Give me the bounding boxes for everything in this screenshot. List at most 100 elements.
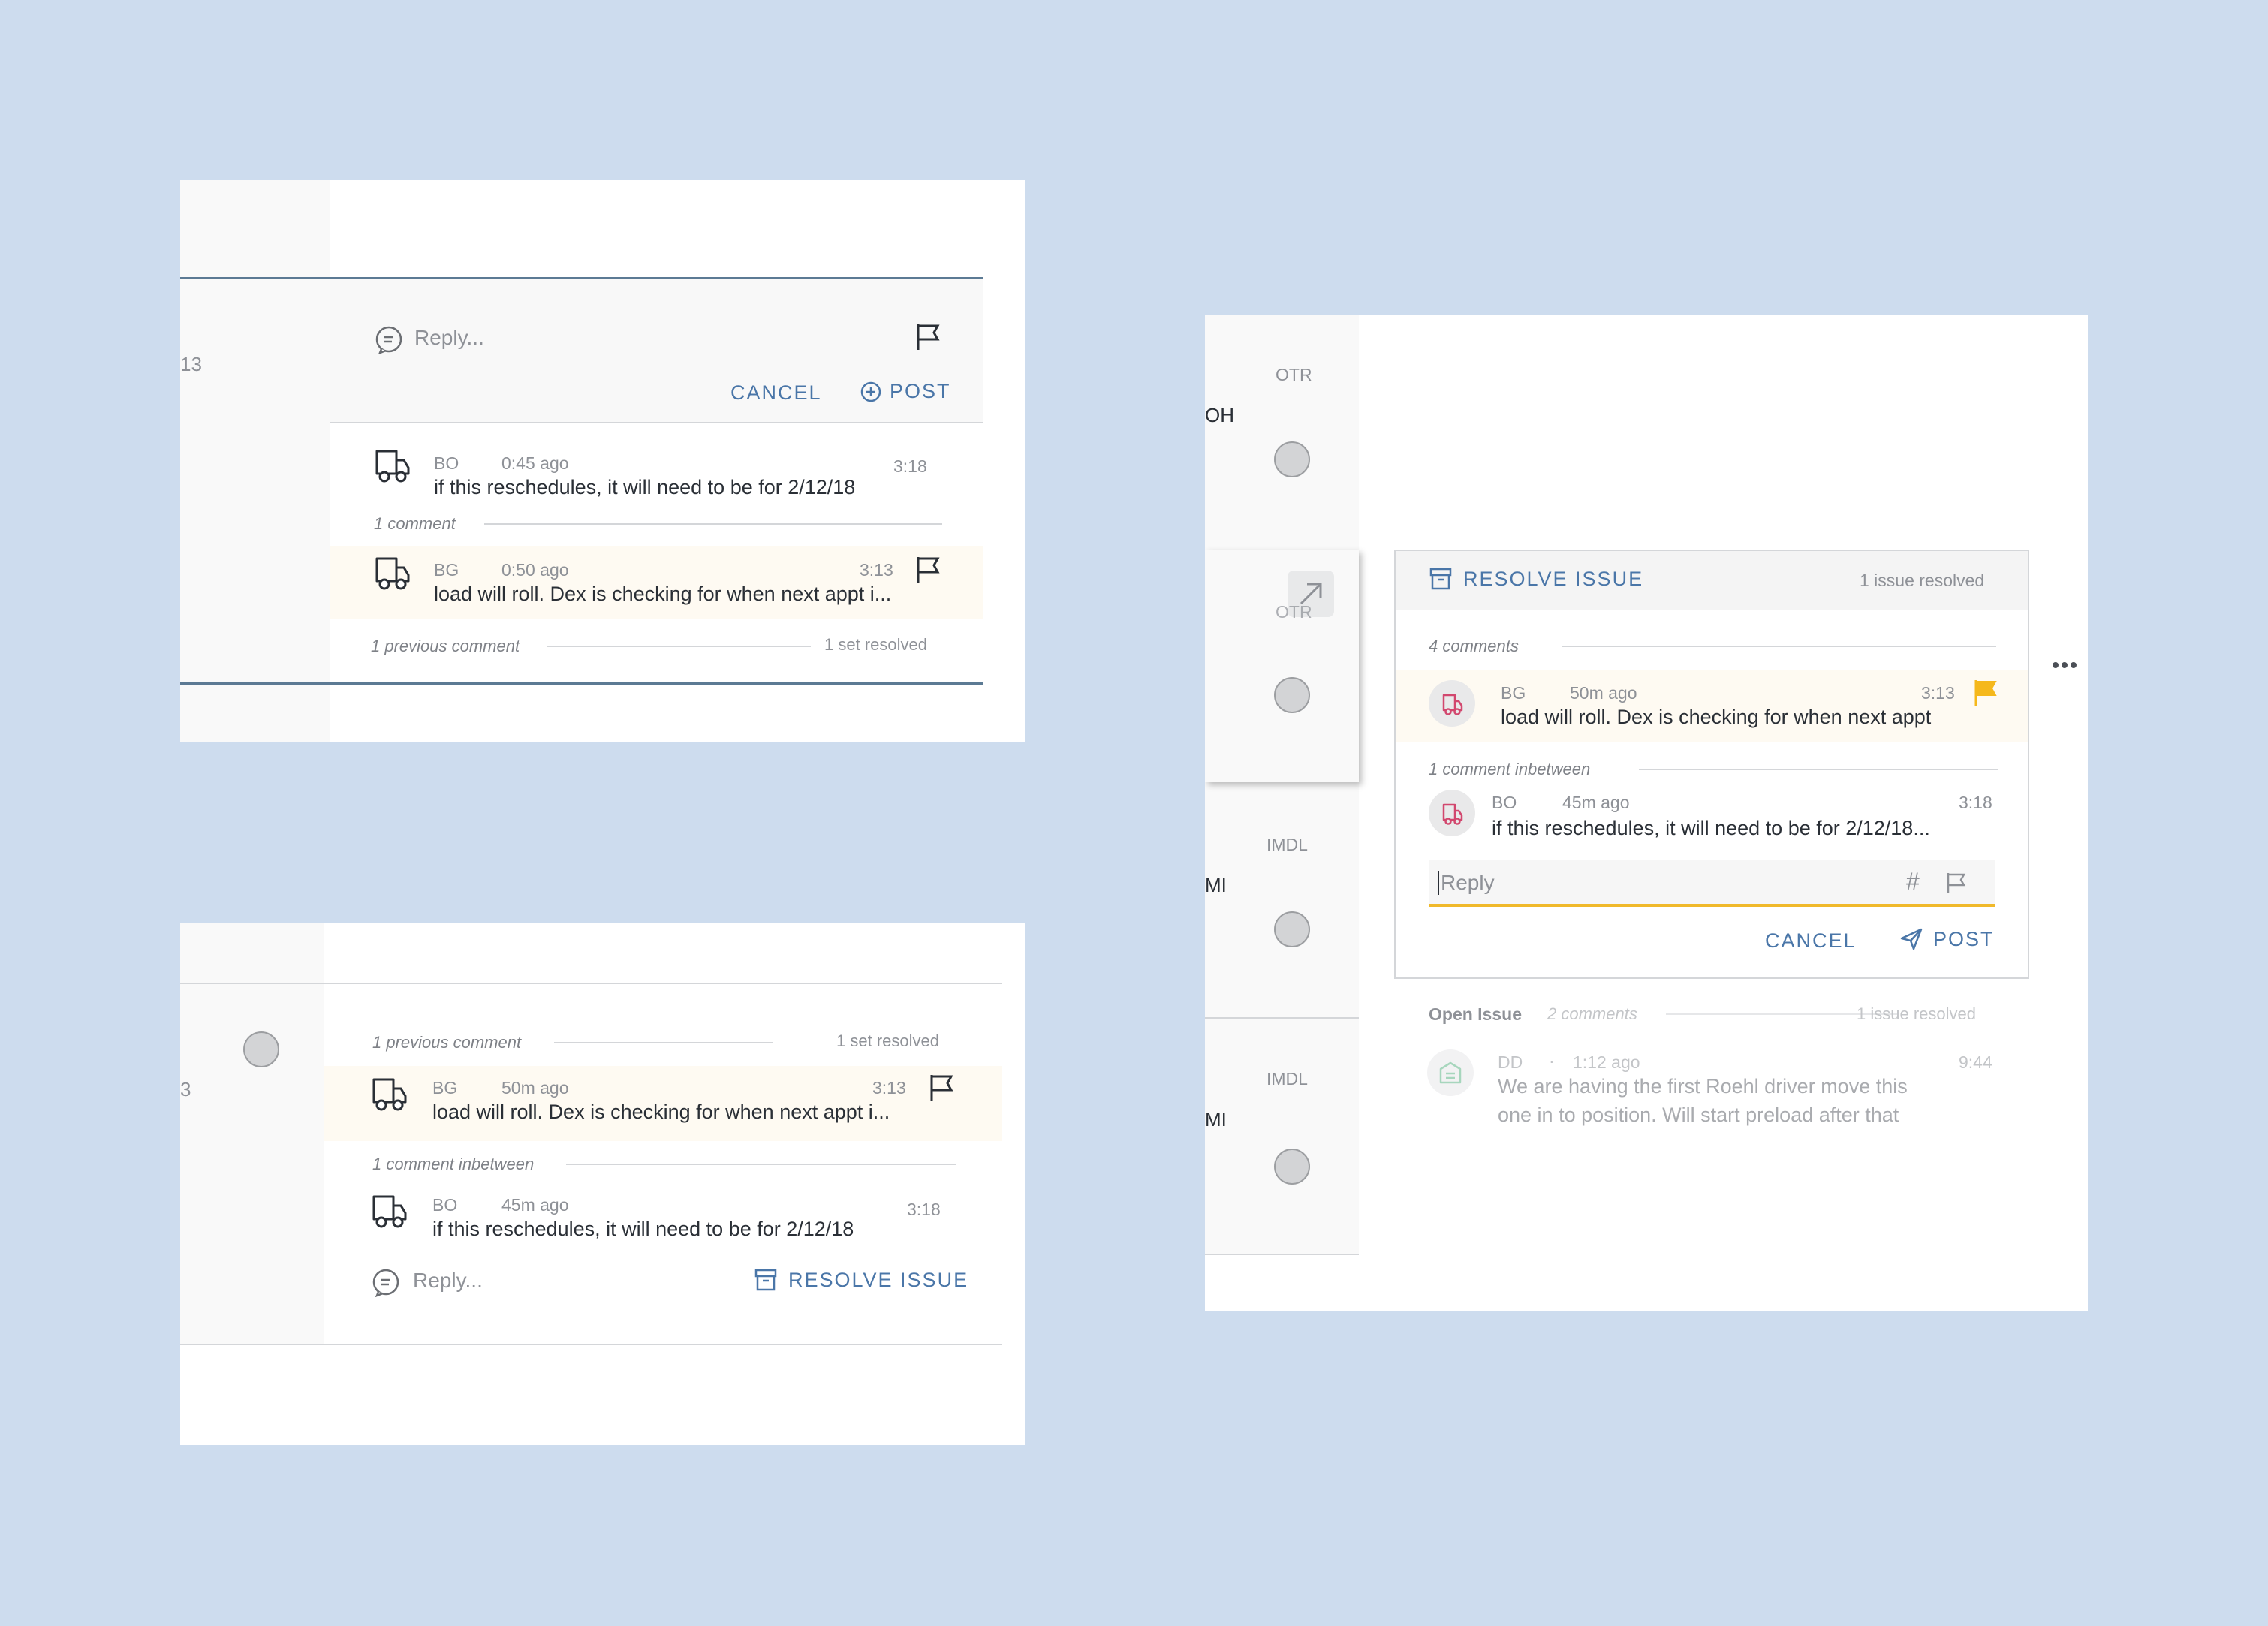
truck-icon — [371, 1192, 407, 1231]
comment-author: BG — [1501, 683, 1526, 703]
comment-time-ago: 0:45 ago — [501, 453, 569, 473]
resolve-issue-label: RESOLVE ISSUE — [788, 1268, 969, 1291]
comment-time: 3:18 — [907, 1200, 941, 1219]
left-column-bg — [180, 923, 324, 1344]
resolved-count: 1 set resolved — [836, 1031, 939, 1050]
avatar — [1429, 680, 1475, 727]
reply-input[interactable]: Reply — [1441, 871, 1495, 895]
sidebar-tag: OTR — [1276, 365, 1312, 384]
open-issue-comments: 2 comments — [1547, 1004, 1637, 1023]
comment-time-ago: 50m ago — [1570, 683, 1637, 703]
chat-bubble-icon — [371, 1267, 401, 1297]
divider-line — [1639, 769, 1998, 770]
reply-input[interactable]: Reply... — [414, 326, 865, 350]
status-circle[interactable] — [1274, 911, 1310, 947]
comment-time-ago: 0:50 ago — [501, 560, 569, 580]
truck-icon — [374, 554, 410, 593]
sidebar-fragment: MI — [1205, 874, 1227, 896]
comment-text: if this reschedules, it will need to be … — [432, 1218, 854, 1240]
divider-line — [484, 523, 942, 525]
truck-icon — [371, 1075, 407, 1114]
comment-text: if this reschedules, it will need to be … — [1492, 817, 1930, 839]
panel-reply-composer: 13 Reply... CANCEL POST BO 0:45 ago 3:18… — [180, 180, 1025, 742]
separator-dot: · — [1549, 1051, 1555, 1070]
archive-icon — [754, 1269, 777, 1291]
top-rule — [180, 983, 1002, 984]
resolved-count: 1 issue resolved — [1860, 571, 1985, 590]
avatar — [1429, 790, 1475, 836]
cancel-button[interactable]: CANCEL — [1765, 929, 1857, 953]
bottom-rule — [180, 682, 983, 685]
comment-time-ago: 1:12 ago — [1573, 1052, 1640, 1072]
comment-time: 3:18 — [1959, 793, 1992, 812]
comment-text: one in to position. Will start preload a… — [1498, 1104, 1899, 1126]
comment-author: BG — [432, 1078, 458, 1098]
more-dots-icon[interactable] — [2052, 661, 2077, 670]
reply-field[interactable]: Reply # — [1429, 860, 1995, 907]
open-issue-title[interactable]: Open Issue — [1429, 1004, 1522, 1025]
post-button[interactable]: POST — [860, 380, 951, 403]
comment-time-ago: 45m ago — [501, 1195, 569, 1215]
sidebar-item-selected[interactable] — [1205, 550, 1359, 782]
chat-bubble-icon — [374, 324, 404, 354]
resolve-issue-label: RESOLVE ISSUE — [1463, 567, 1644, 590]
comment-text: load will roll. Dex is checking for when… — [432, 1101, 890, 1123]
status-circle[interactable] — [1274, 1149, 1310, 1185]
cancel-button[interactable]: CANCEL — [730, 381, 822, 405]
archive-icon — [1429, 568, 1452, 590]
divider-label: 1 comment inbetween — [372, 1155, 535, 1173]
post-button[interactable]: POST — [1899, 926, 1995, 952]
sidebar-divider — [1205, 1254, 1359, 1255]
sidebar-fragment: OH — [1205, 404, 1234, 426]
status-circle[interactable] — [243, 1031, 279, 1067]
footer-line — [547, 646, 811, 647]
sidebar-fragment: MI — [1205, 1108, 1227, 1131]
comment-time: 3:18 — [893, 456, 927, 476]
flag-icon[interactable] — [1972, 677, 1999, 707]
reply-input[interactable]: Reply... — [413, 1269, 638, 1293]
sidebar-tag: IMDL — [1267, 1069, 1308, 1089]
comment-text: if this reschedules, it will need to be … — [434, 476, 856, 498]
comment-author: DD — [1498, 1052, 1523, 1072]
status-circle[interactable] — [1274, 441, 1310, 477]
comment-author: BG — [434, 560, 459, 580]
flag-icon[interactable] — [928, 1072, 955, 1102]
sidebar-divider — [1205, 1017, 1359, 1019]
divider-label: 1 comment — [374, 514, 456, 533]
comments-line — [1562, 646, 1996, 647]
comment-text: We are having the first Roehl driver mov… — [1498, 1075, 1908, 1098]
comment-time: 3:13 — [860, 560, 893, 580]
comment-row[interactable] — [330, 424, 983, 514]
panel-issue-thread: 3 1 previous comment 1 set resolved BG 5… — [180, 923, 1025, 1445]
panel-issue-card: OTR OH OTR IMDL MI IMDL MI RESOLVE ISSUE… — [1205, 315, 2088, 1311]
issue-card: RESOLVE ISSUE 1 issue resolved 4 comment… — [1394, 550, 2029, 979]
sidebar-tag: IMDL — [1267, 835, 1308, 854]
sidebar-tag: OTR — [1276, 602, 1312, 622]
thread-divider — [330, 422, 983, 423]
resolve-issue-button[interactable]: RESOLVE ISSUE — [754, 1267, 968, 1293]
left-fragment-text: 13 — [180, 353, 202, 375]
divider-line — [566, 1164, 956, 1165]
comments-count: 4 comments — [1429, 637, 1519, 655]
avatar — [1427, 1049, 1474, 1096]
plus-circle-icon — [860, 381, 881, 402]
previous-comment-link[interactable]: 1 previous comment — [371, 637, 520, 656]
comment-text: load will roll. Dex is checking for when… — [434, 583, 892, 605]
left-column-bg — [180, 180, 330, 742]
divider-label: 1 comment inbetween — [1429, 760, 1591, 778]
resolve-issue-button[interactable]: RESOLVE ISSUE — [1429, 566, 1643, 592]
open-issue-resolved: 1 issue resolved — [1857, 1004, 1976, 1023]
post-button-label: POST — [1933, 927, 1995, 950]
flag-icon[interactable] — [1945, 871, 1968, 895]
previous-comment-link[interactable]: 1 previous comment — [372, 1033, 521, 1052]
flag-icon[interactable] — [914, 554, 941, 584]
send-icon — [1900, 928, 1923, 950]
post-button-label: POST — [890, 380, 951, 402]
comment-author: BO — [434, 453, 459, 473]
flag-icon[interactable] — [914, 321, 941, 351]
status-circle[interactable] — [1274, 677, 1310, 713]
truck-icon — [374, 447, 410, 486]
comment-time-ago: 45m ago — [1562, 793, 1630, 812]
hash-icon[interactable]: # — [1906, 868, 1920, 896]
comment-author: BO — [432, 1195, 458, 1215]
